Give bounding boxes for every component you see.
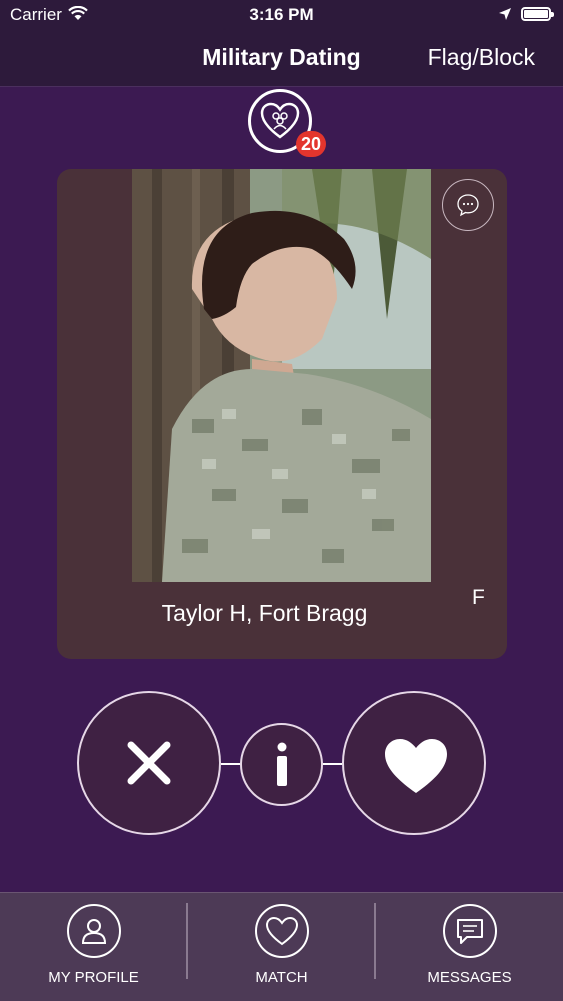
like-button[interactable] xyxy=(342,691,486,835)
info-icon xyxy=(277,742,287,786)
close-icon xyxy=(127,741,171,785)
gender-label: F xyxy=(472,586,485,609)
dislike-button[interactable] xyxy=(77,691,221,835)
info-button[interactable] xyxy=(240,723,323,806)
location-arrow-icon xyxy=(498,6,512,26)
tab-label: MY PROFILE xyxy=(48,969,139,986)
status-bar: Carrier 3:16 PM xyxy=(0,0,563,30)
heart-icon xyxy=(254,904,309,958)
tab-match[interactable]: MATCH xyxy=(188,893,375,1001)
profile-photo[interactable] xyxy=(132,169,431,582)
profile-name-location: Taylor H, Fort Bragg xyxy=(161,600,368,626)
connector-line xyxy=(323,763,342,765)
battery-icon xyxy=(521,7,554,21)
tab-label: MATCH xyxy=(255,969,308,986)
tab-my-profile[interactable]: MY PROFILE xyxy=(0,893,187,1001)
status-time: 3:16 PM xyxy=(249,5,314,24)
nav-bar: Military Dating Flag/Block xyxy=(0,30,563,87)
tab-messages[interactable]: MESSAGES xyxy=(376,893,563,1001)
profile-card[interactable]: F Taylor H, Fort Bragg xyxy=(57,169,507,659)
tab-bar: MY PROFILE MATCH MESSAGES xyxy=(0,892,563,1001)
heart-icon xyxy=(385,739,447,793)
match-count-badge: 20 xyxy=(296,131,326,157)
message-icon xyxy=(442,904,497,958)
profile-icon xyxy=(66,904,121,958)
flag-block-button[interactable]: Flag/Block xyxy=(428,44,535,71)
chat-bubble-icon[interactable] xyxy=(442,179,494,231)
tab-label: MESSAGES xyxy=(427,969,512,986)
connector-line xyxy=(221,763,240,765)
